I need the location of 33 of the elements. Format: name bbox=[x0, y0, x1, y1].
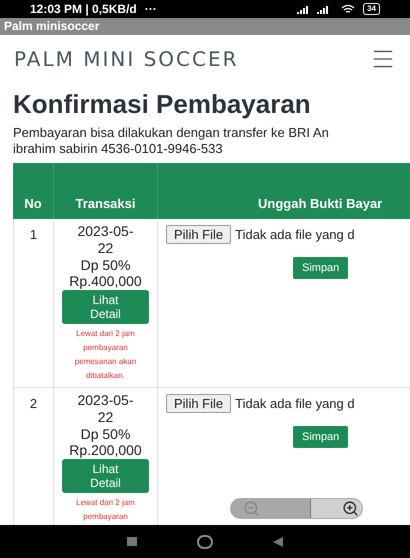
detail-button[interactable]: Lihat Detail bbox=[62, 459, 149, 493]
file-status: Tidak ada file yang d bbox=[235, 395, 355, 413]
row-number: 2 bbox=[30, 395, 38, 413]
save-button[interactable]: Simpan bbox=[293, 426, 348, 448]
transaction-date: 2023-05-22 bbox=[76, 392, 135, 426]
column-header: Unggah Bukti Bayar bbox=[257, 194, 384, 213]
transaction-date: 2023-05-22 bbox=[76, 223, 135, 257]
row-number: 1 bbox=[30, 226, 38, 244]
column-header: No bbox=[13, 163, 54, 219]
file-status: Tidak ada file yang d bbox=[235, 226, 355, 244]
payment-info: Pembayaran bisa dilakukan dengan transfer ke BRI An ibrahim sabirin 4536-0101-9946-533 bbox=[12, 125, 330, 157]
window-title: Palm minisoccer bbox=[0, 18, 410, 35]
status-dots: ··· bbox=[144, 1, 157, 18]
warning-text: Lewat dari 2 jam pembayaran pemesanan akan dibatalkan. bbox=[74, 328, 138, 382]
detail-button[interactable]: Lihat Detail bbox=[62, 290, 149, 324]
transaction-amount: Rp.400,000 bbox=[69, 273, 142, 289]
down-payment: Dp 50% bbox=[80, 426, 130, 442]
home-icon[interactable] bbox=[197, 534, 213, 548]
save-button[interactable]: Simpan bbox=[293, 256, 348, 279]
choose-file-button[interactable]: Pilih File bbox=[166, 394, 232, 414]
battery-icon: 34 bbox=[363, 3, 380, 15]
zoom-out-icon bbox=[243, 500, 260, 517]
back-icon[interactable] bbox=[273, 536, 283, 546]
warning-text: Lewat dari 2 jam pembayaran bbox=[75, 497, 136, 523]
wifi-icon bbox=[341, 4, 356, 14]
zoom-in-icon bbox=[342, 500, 359, 517]
choose-file-button[interactable]: Pilih File bbox=[166, 225, 232, 244]
page-title: Konfirmasi Pembayaran bbox=[12, 88, 312, 121]
down-payment: Dp 50% bbox=[80, 257, 130, 273]
transaction-amount: Rp.200,000 bbox=[69, 442, 142, 458]
site-logo: PALM MINI SOCCER bbox=[14, 46, 238, 73]
column-header: Transaksi bbox=[54, 163, 158, 219]
status-time: 12:03 PM | 0,5KB/d bbox=[30, 1, 137, 18]
